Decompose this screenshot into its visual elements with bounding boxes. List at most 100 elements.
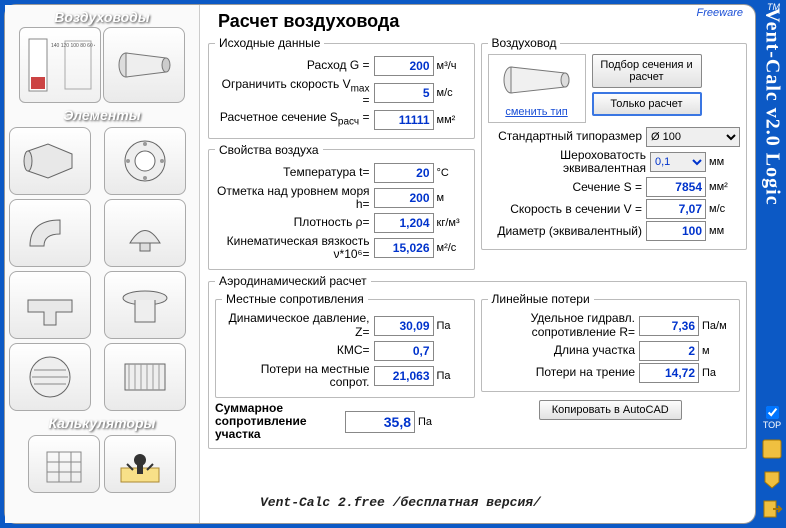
element-roof-button[interactable] [104,271,186,339]
density-unit: кг/м³ [434,217,468,229]
grille-icon [20,352,80,402]
element-reducer-button[interactable] [9,127,91,195]
duct-preview-icon [497,59,577,101]
duct-round-button[interactable] [103,27,185,103]
temp-input[interactable] [374,163,434,183]
element-grille-button[interactable] [9,343,91,411]
viscosity-label: Кинематическая вязкость ν*10⁶= [215,235,374,261]
top-checkbox[interactable]: TOP [763,406,781,430]
z-output [374,316,434,336]
source-legend: Исходные данные [215,36,324,50]
v-label: Скорость в сечении V = [488,203,647,216]
d-output [646,221,706,241]
content-area: Freeware Расчет воздуховода Исходные дан… [200,5,755,523]
settings-icon[interactable] [761,438,783,460]
z-unit: Па [434,320,468,332]
version-label: Vent-Calc 2.free /бесплатная версия/ [260,495,541,510]
temp-label: Температура t= [215,166,374,179]
density-input[interactable] [374,213,434,233]
right-rail: Vent-Calc v2.0 Logic TOP [758,0,786,528]
section-calc-label: Расчетное сечение Sрасч = [215,111,374,127]
size-select[interactable]: Ø 100 [646,127,740,147]
select-and-calc-button[interactable]: Подбор сечения и расчет [592,54,702,88]
exit-icon[interactable] [761,498,783,520]
linear-legend: Линейные потери [488,292,594,306]
friction-output [639,363,699,383]
source-data-group: Исходные данные Расход G = м³/ч Ограничи… [208,36,475,139]
local-loss-label: Потери на местные сопрот. [222,363,374,389]
thermometer-card[interactable]: 140 120 100 80 60 40 [19,27,101,103]
change-type-link[interactable]: сменить тип [493,106,581,118]
left-panel: Воздуховоды 140 120 100 80 60 40 Элемент… [5,5,200,523]
element-tee-button[interactable] [9,271,91,339]
linear-loss-group: Линейные потери Удельное гидравл. сопрот… [481,292,741,391]
z-label: Динамическое давление, Z= [222,312,374,338]
local-loss-unit: Па [434,370,468,382]
flange-icon [115,136,175,186]
duct-group: Воздуховод сменить тип Подбор сечения и … [481,36,748,250]
vmax-input[interactable] [374,83,434,103]
drafting-icon [115,442,165,486]
r-unit: Па/м [699,320,733,332]
sum-output [345,411,415,433]
length-label: Длина участка [488,344,640,357]
local-loss-group: Местные сопротивления Динамическое давле… [215,292,475,398]
aero-legend: Аэродинамический расчет [215,274,371,288]
calc-only-button[interactable]: Только расчет [592,92,702,116]
d-label: Диаметр (эквивалентный) [488,225,647,238]
flow-input[interactable] [374,56,434,76]
thermometer-icon: 140 120 100 80 60 40 [25,35,95,95]
element-flange-button[interactable] [104,127,186,195]
elbow-icon [20,208,80,258]
viscosity-input[interactable] [374,238,434,258]
element-cap-button[interactable] [104,199,186,267]
export-icon[interactable] [761,468,783,490]
roughness-label: Шероховатость эквивалентная [488,149,651,175]
heater-icon [115,352,175,402]
viscosity-unit: м²/с [434,242,468,254]
element-heater-button[interactable] [104,343,186,411]
calc-building-button[interactable] [28,435,100,493]
d-unit: мм [706,225,740,237]
flow-unit: м³/ч [434,60,468,72]
calc-drafting-button[interactable] [104,435,176,493]
vmax-label: Ограничить скорость Vmax = [215,78,374,108]
copy-autocad-button[interactable]: Копировать в AutoCAD [539,400,682,420]
aero-group: Аэродинамический расчет Местные сопротив… [208,274,747,448]
reducer-icon [20,136,80,186]
length-input[interactable] [639,341,699,361]
duct-preview: сменить тип [488,54,586,123]
sum-label: Суммарное сопротивление участка [215,402,345,442]
friction-label: Потери на трение [488,366,640,379]
kms-label: КМС= [222,344,374,357]
building-icon [39,442,89,486]
altitude-label: Отметка над уровнем моря h= [215,185,374,211]
roughness-select[interactable]: 0,1 [650,152,706,172]
section-calc-unit: мм² [434,114,468,126]
v-output [646,199,706,219]
r-output [639,316,699,336]
s-label: Сечение S = [488,181,647,194]
size-label: Стандартный типоразмер [488,130,647,143]
kms-input[interactable] [374,341,434,361]
roof-icon [115,280,175,330]
local-loss-output [374,366,434,386]
element-elbow-button[interactable] [9,199,91,267]
main-frame: Воздуховоды 140 120 100 80 60 40 Элемент… [4,4,756,524]
length-unit: м [699,345,733,357]
local-legend: Местные сопротивления [222,292,368,306]
air-legend: Свойства воздуха [215,143,323,157]
duct-round-icon [114,40,174,90]
cap-icon [115,208,175,258]
section-elements-header: Элементы [7,105,197,125]
section-calc-input[interactable] [374,110,434,130]
air-props-group: Свойства воздуха Температура t= °C Отмет… [208,143,475,271]
section-ducts-header: Воздуховоды [7,7,197,27]
sum-unit: Па [415,416,449,428]
v-unit: м/с [706,203,740,215]
page-title: Расчет воздуховода [218,11,747,32]
temp-unit: °C [434,167,468,179]
svg-text:140 120 100 80 60 40: 140 120 100 80 60 40 [51,43,95,49]
density-label: Плотность ρ= [215,216,374,229]
altitude-input[interactable] [374,188,434,208]
